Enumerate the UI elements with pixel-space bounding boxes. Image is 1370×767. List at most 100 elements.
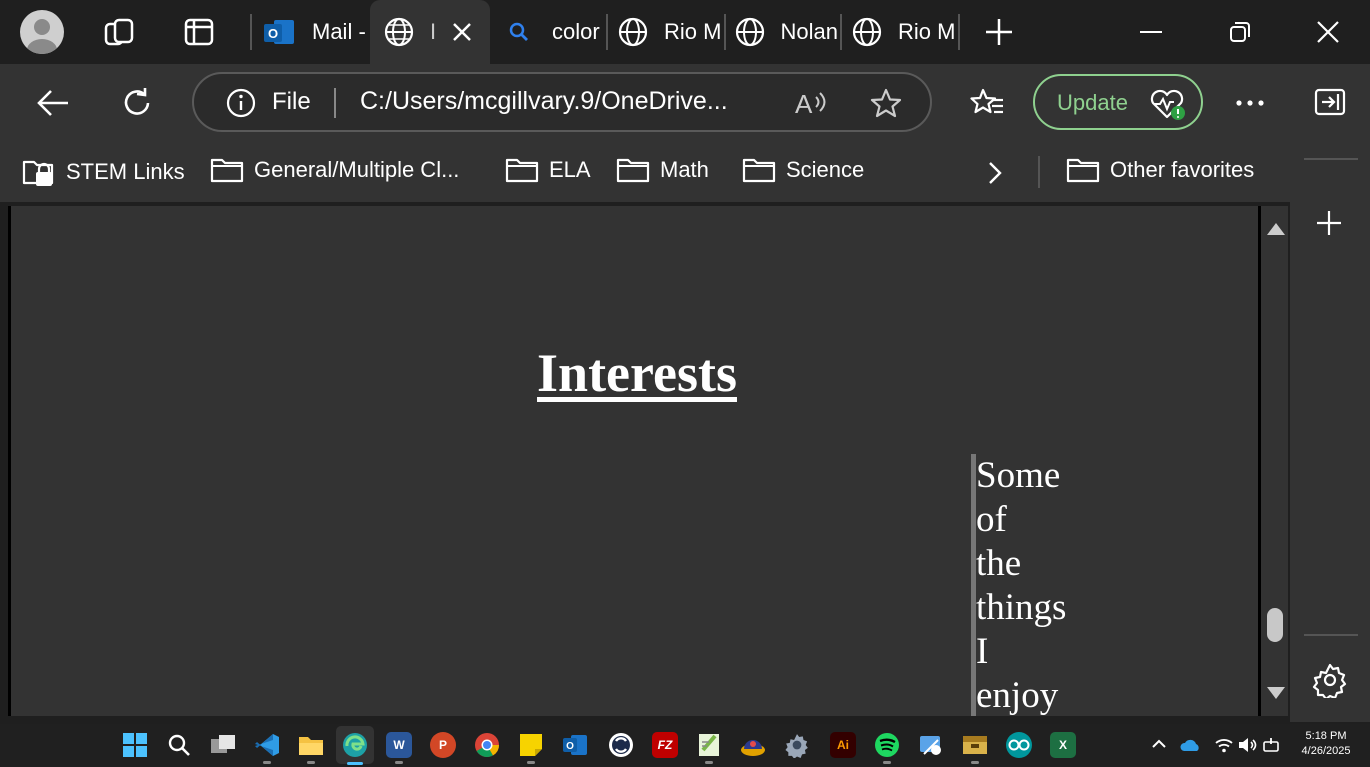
powerpoint-icon[interactable]: P	[430, 732, 456, 758]
read-aloud-icon[interactable]: A	[794, 88, 828, 118]
sticky-notes-icon[interactable]	[518, 732, 544, 764]
back-icon[interactable]	[36, 88, 70, 118]
arduino-icon[interactable]	[1006, 732, 1032, 758]
volume-icon[interactable]	[1238, 736, 1258, 754]
sidebar-settings-icon[interactable]	[1312, 662, 1348, 698]
wifi-icon[interactable]	[1214, 736, 1234, 754]
paragraph-word: I	[976, 631, 989, 672]
clock[interactable]: 5:18 PM 4/26/2025	[1290, 729, 1362, 759]
chrome-icon[interactable]	[474, 732, 500, 758]
app-icon[interactable]	[740, 732, 766, 758]
tab-separator	[606, 14, 608, 50]
tab-active[interactable]: I	[370, 0, 490, 64]
outlook-icon[interactable]: O	[562, 732, 588, 758]
more-menu-icon[interactable]	[1236, 100, 1264, 106]
favorite-star-icon[interactable]	[870, 88, 902, 118]
folder-lock-icon	[22, 156, 56, 188]
tab-separator	[724, 14, 726, 50]
tab-nolan[interactable]: Nolan	[734, 0, 838, 64]
favbar-divider	[1038, 156, 1040, 188]
word-icon[interactable]: W	[386, 732, 412, 764]
other-favorites-label: Other favorites	[1110, 157, 1255, 182]
favorite-ela[interactable]: ELA	[505, 156, 591, 184]
favorite-science[interactable]: Science	[742, 156, 864, 184]
snipping-icon[interactable]	[918, 732, 944, 758]
tab-label: color	[552, 19, 600, 44]
refresh-icon[interactable]	[120, 86, 154, 120]
new-tab-icon[interactable]	[984, 17, 1014, 47]
profile-avatar[interactable]	[20, 10, 64, 54]
scroll-down-arrow-icon[interactable]	[1266, 686, 1286, 700]
update-button[interactable]: Update	[1033, 74, 1203, 130]
paragraph-word: the	[976, 543, 1022, 584]
globe-icon	[382, 15, 416, 49]
battery-icon[interactable]	[1262, 736, 1280, 754]
close-window-icon[interactable]	[1316, 20, 1340, 44]
globe-icon	[850, 15, 884, 49]
svg-text:O: O	[566, 741, 574, 752]
outlook-icon: O	[262, 15, 296, 49]
tab-label: Nolan	[780, 19, 838, 44]
start-icon[interactable]	[122, 732, 148, 758]
running-indicator	[527, 761, 535, 764]
restore-icon[interactable]	[1228, 20, 1252, 44]
excel-icon[interactable]: X	[1050, 732, 1076, 758]
edge-icon[interactable]	[336, 726, 374, 765]
archive-icon[interactable]	[962, 732, 988, 764]
favorites-icon[interactable]	[970, 86, 1004, 118]
add-sidebar-app-icon[interactable]	[1316, 210, 1342, 236]
search-icon[interactable]	[166, 732, 192, 758]
tab-separator	[958, 14, 960, 50]
search-icon	[506, 15, 532, 49]
spotify-icon[interactable]	[874, 732, 900, 764]
health-heart-icon	[1149, 87, 1189, 121]
vertical-scrollbar[interactable]	[1258, 206, 1288, 716]
running-indicator	[883, 761, 891, 764]
favorite-math[interactable]: Math	[616, 156, 709, 184]
folder-icon	[742, 156, 776, 184]
title-bar: O Mail - I color Rio M Nolan Rio M	[0, 0, 1370, 64]
info-icon[interactable]	[226, 88, 256, 118]
running-indicator	[307, 761, 315, 764]
sidebar-divider	[1304, 634, 1358, 636]
tab-rio-1[interactable]: Rio M	[616, 0, 722, 64]
tab-label: I	[430, 19, 437, 44]
globe-icon	[616, 15, 650, 49]
scroll-up-arrow-icon[interactable]	[1266, 222, 1286, 236]
paragraph-word: things	[976, 587, 1067, 628]
other-favorites[interactable]: Other favorites	[1066, 156, 1254, 184]
clock-date: 4/26/2025	[1301, 745, 1351, 757]
onedrive-icon[interactable]	[1180, 738, 1202, 752]
minimize-icon[interactable]	[1140, 30, 1162, 34]
folder-icon	[616, 156, 650, 184]
folder-icon	[505, 156, 539, 184]
folder-icon	[210, 156, 244, 184]
filezilla-icon[interactable]: FZ	[652, 732, 678, 758]
workspaces-icon[interactable]	[102, 16, 136, 48]
file-explorer-icon[interactable]	[298, 732, 324, 764]
scroll-thumb[interactable]	[1267, 608, 1283, 642]
vscode-icon[interactable]	[254, 732, 280, 764]
close-tab-icon[interactable]	[450, 20, 474, 44]
address-bar[interactable]: File C:/Users/mcgillvary.9/OneDrive... A	[192, 72, 932, 132]
task-view-icon[interactable]	[210, 732, 236, 758]
chevron-right-icon[interactable]	[986, 160, 1004, 186]
address-divider	[334, 88, 336, 118]
site-scheme-label: File	[272, 88, 311, 115]
sidebar-toggle-icon[interactable]	[1314, 88, 1346, 116]
running-indicator	[395, 761, 403, 764]
show-hidden-icons[interactable]	[1152, 738, 1166, 748]
tab-actions-icon[interactable]	[184, 18, 214, 46]
tab-color-search[interactable]: color	[506, 0, 604, 64]
favorite-general[interactable]: General/Multiple Cl...	[210, 156, 459, 184]
illustrator-icon[interactable]: Ai	[830, 732, 856, 758]
obs-icon[interactable]	[608, 732, 634, 758]
url-text[interactable]: C:/Users/mcgillvary.9/OneDrive...	[360, 87, 728, 116]
settings-icon[interactable]	[784, 732, 810, 758]
favorites-bar: STEM Links General/Multiple Cl... ELA Ma…	[0, 142, 1370, 202]
notepadpp-icon[interactable]	[696, 732, 722, 764]
tab-rio-2[interactable]: Rio M	[850, 0, 958, 64]
tab-mail[interactable]: O Mail -	[262, 0, 368, 64]
web-page-viewport: Interests Some of the things I enjoy	[8, 206, 1260, 716]
favorite-stem-links[interactable]: STEM Links	[22, 156, 185, 188]
